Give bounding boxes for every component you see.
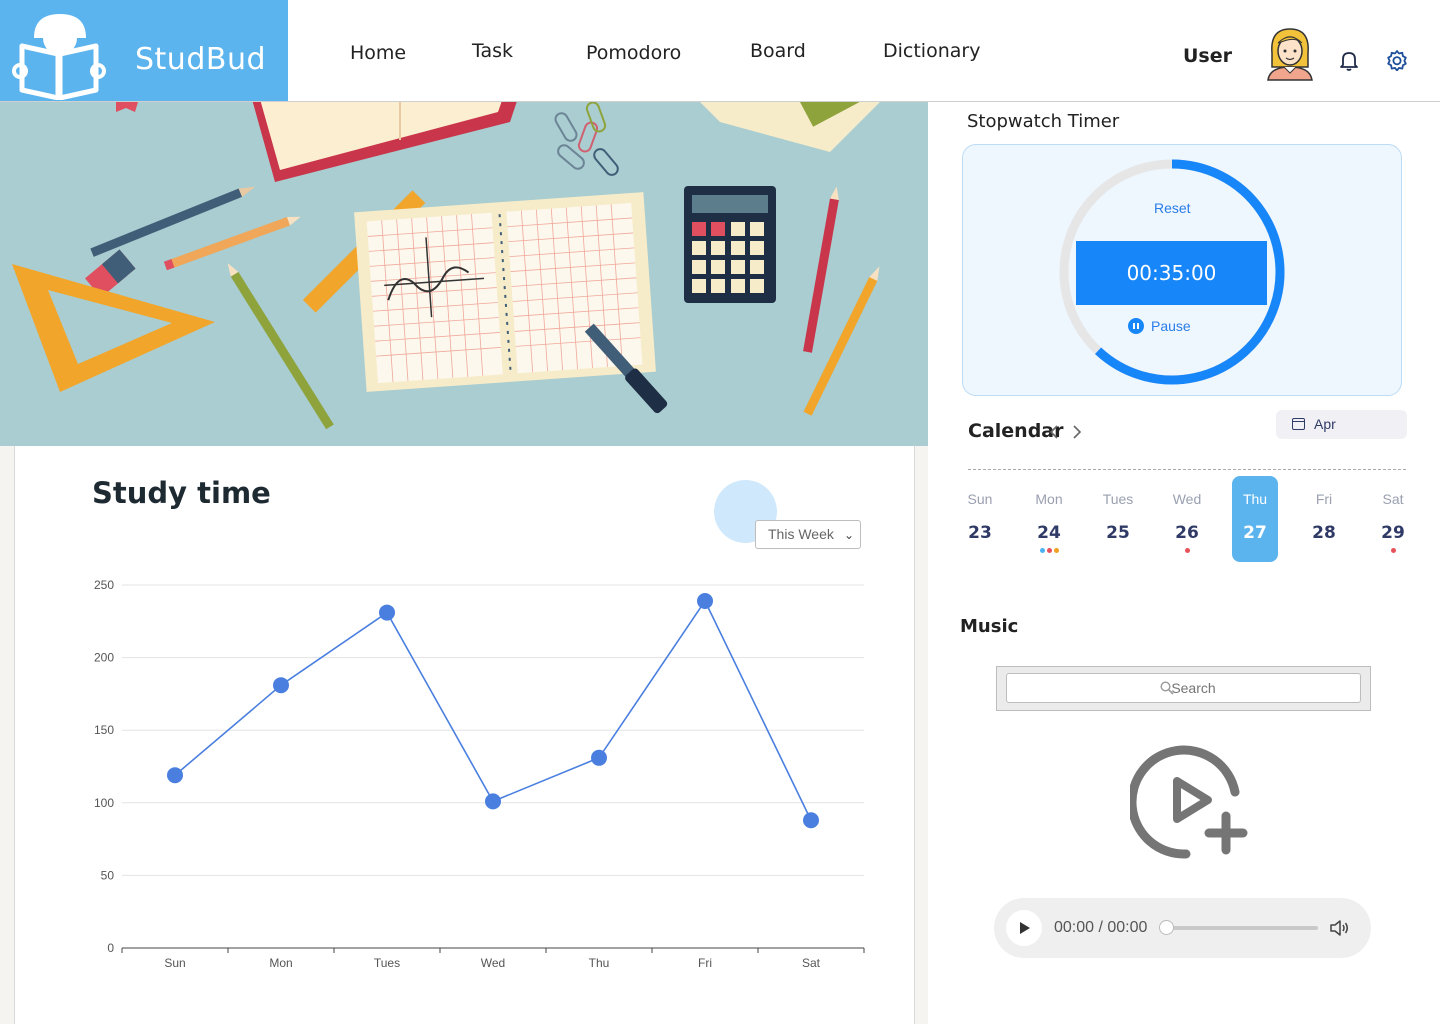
day-name: Sun xyxy=(967,491,993,507)
day-name: Tues xyxy=(1102,491,1134,507)
nav-task[interactable]: Task xyxy=(472,40,513,62)
x-tick-label: Wed xyxy=(481,956,505,970)
calendar-day-tues[interactable]: Tues 25 xyxy=(1095,476,1141,562)
data-point[interactable] xyxy=(803,812,819,829)
y-tick-label: 200 xyxy=(94,651,114,665)
y-tick-label: 250 xyxy=(94,578,114,592)
reading-book-icon xyxy=(12,14,106,100)
y-tick-label: 150 xyxy=(94,723,114,737)
top-bar: StudBud Home Task Pomodoro Board Diction… xyxy=(0,0,1440,102)
stopwatch-time-display: 00:35:00 xyxy=(1076,241,1267,305)
hero-illustration xyxy=(0,102,928,446)
play-button[interactable] xyxy=(1006,910,1042,946)
data-point[interactable] xyxy=(697,592,713,609)
event-dots xyxy=(1164,546,1210,553)
range-select[interactable]: This Week ⌄ xyxy=(755,520,861,549)
x-tick-label: Tues xyxy=(374,956,400,970)
chevron-left-icon[interactable] xyxy=(1048,424,1060,440)
pause-button[interactable]: Pause xyxy=(1128,318,1191,334)
month-label: Apr xyxy=(1314,416,1336,432)
data-point[interactable] xyxy=(167,767,183,784)
volume-icon[interactable] xyxy=(1329,919,1349,937)
calendar-day-fri[interactable]: Fri 28 xyxy=(1301,476,1347,562)
day-number: 24 xyxy=(1037,523,1061,543)
nav-home[interactable]: Home xyxy=(350,42,406,64)
chevron-down-icon: ⌄ xyxy=(843,528,854,542)
study-time-chart: 0 50 100 150 200 250 Sun Mon Tues Wed Thu Fri Sat xyxy=(94,578,865,970)
event-dot xyxy=(1184,548,1190,553)
player-time: 00:00 / 00:00 xyxy=(1054,919,1148,936)
x-tick-label: Fri xyxy=(698,956,712,970)
event-dots xyxy=(1026,546,1072,553)
calendar-day-sun[interactable]: Sun 23 xyxy=(957,476,1003,562)
day-name: Wed xyxy=(1172,491,1202,507)
add-media-icon[interactable] xyxy=(1130,740,1254,864)
seek-handle[interactable] xyxy=(1159,920,1174,935)
calendar-day-wed[interactable]: Wed 26 xyxy=(1164,476,1210,562)
search-icon xyxy=(1160,681,1174,695)
pause-label: Pause xyxy=(1151,318,1191,334)
x-tick-label: Thu xyxy=(589,956,610,970)
data-point[interactable] xyxy=(591,749,607,766)
brand-name: StudBud xyxy=(135,42,266,77)
stopwatch-title: Stopwatch Timer xyxy=(967,111,1120,132)
pause-icon xyxy=(1128,318,1144,334)
x-tick-label: Sun xyxy=(164,956,185,970)
calendar-day-sat[interactable]: Sat 29 xyxy=(1370,476,1416,562)
data-point[interactable] xyxy=(273,677,289,694)
event-dot xyxy=(1046,548,1052,553)
data-point[interactable] xyxy=(379,604,395,621)
y-tick-label: 0 xyxy=(107,941,114,955)
user-avatar-icon[interactable] xyxy=(1266,27,1314,81)
x-tick-label: Sat xyxy=(802,956,821,970)
day-name: Mon xyxy=(1035,491,1063,507)
music-search-input[interactable] xyxy=(1007,674,1360,702)
music-search-box[interactable] xyxy=(1006,673,1361,703)
calendar-day-thu[interactable]: Thu 27 xyxy=(1232,476,1278,562)
brand-block[interactable]: StudBud xyxy=(0,0,288,101)
x-tick-label: Mon xyxy=(269,956,292,970)
day-number: 25 xyxy=(1106,523,1130,543)
calendar-divider xyxy=(968,469,1406,470)
music-title: Music xyxy=(960,616,1019,637)
day-name: Thu xyxy=(1242,491,1268,507)
day-number: 23 xyxy=(968,523,992,543)
calendar-day-mon[interactable]: Mon 24 xyxy=(1026,476,1072,562)
day-number: 28 xyxy=(1312,523,1336,543)
nav-board[interactable]: Board xyxy=(750,40,806,62)
day-number: 26 xyxy=(1175,523,1199,543)
nav-pomodoro[interactable]: Pomodoro xyxy=(586,42,681,64)
day-name: Fri xyxy=(1315,491,1333,507)
range-select-value: This Week xyxy=(768,526,834,542)
day-number: 27 xyxy=(1243,523,1267,543)
day-name: Sat xyxy=(1382,491,1404,507)
data-point[interactable] xyxy=(485,793,501,810)
nav-dictionary[interactable]: Dictionary xyxy=(883,40,980,62)
event-dot xyxy=(1053,548,1059,553)
series-line xyxy=(174,599,812,821)
user-label[interactable]: User xyxy=(1183,45,1232,67)
y-tick-label: 100 xyxy=(94,796,114,810)
day-number: 29 xyxy=(1381,523,1405,543)
gear-icon[interactable] xyxy=(1386,49,1408,71)
event-dot xyxy=(1390,548,1396,553)
event-dot xyxy=(1039,548,1045,553)
bell-icon[interactable] xyxy=(1339,50,1359,72)
seek-bar[interactable] xyxy=(1166,926,1318,930)
month-picker[interactable]: Apr xyxy=(1276,410,1407,439)
event-dots xyxy=(1370,546,1416,553)
reset-button[interactable]: Reset xyxy=(1154,200,1191,216)
y-tick-label: 50 xyxy=(101,868,115,882)
chevron-right-icon[interactable] xyxy=(1071,424,1083,440)
study-desk-illustration xyxy=(12,102,898,430)
calendar-icon xyxy=(1292,418,1305,430)
study-time-title: Study time xyxy=(92,476,271,510)
